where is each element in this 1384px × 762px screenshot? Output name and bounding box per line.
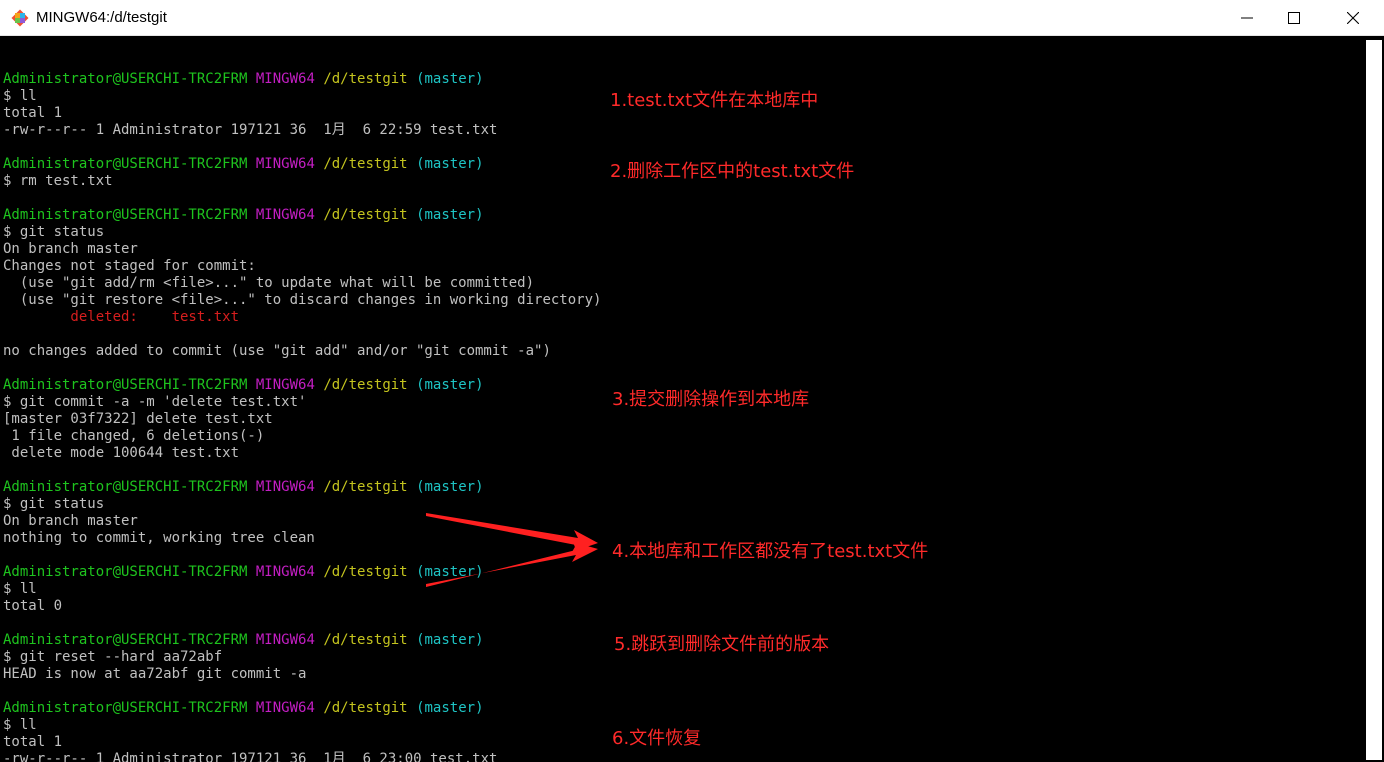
prompt-line: Administrator@USERCHI-TRC2FRM MINGW64 /d…	[3, 377, 601, 394]
terminal-lines: Administrator@USERCHI-TRC2FRM MINGW64 /d…	[3, 54, 601, 762]
prompt-branch: (master)	[416, 700, 484, 716]
prompt-env: MINGW64	[255, 156, 315, 172]
output-line: total 0	[3, 598, 63, 614]
prompt-line: Administrator@USERCHI-TRC2FRM MINGW64 /d…	[3, 207, 601, 224]
prompt-branch: (master)	[416, 71, 484, 87]
scrollbar-thumb[interactable]	[1366, 40, 1382, 760]
close-button[interactable]	[1330, 0, 1376, 36]
output-line: -rw-r--r-- 1 Administrator 197121 36 1月 …	[3, 122, 498, 138]
prompt-path: /d/testgit	[323, 71, 408, 87]
output-line: On branch master	[3, 241, 138, 257]
prompt-line: Administrator@USERCHI-TRC2FRM MINGW64 /d…	[3, 632, 601, 649]
output-line: On branch master	[3, 513, 138, 529]
blank-line	[3, 615, 601, 632]
annotation-4: 4.本地库和工作区都没有了test.txt文件	[612, 541, 929, 562]
window-title: MINGW64:/d/testgit	[36, 9, 167, 26]
output-line: $ git status	[3, 496, 105, 512]
prompt-user: Administrator@USERCHI-TRC2FRM	[3, 564, 248, 580]
prompt-user: Administrator@USERCHI-TRC2FRM	[3, 377, 248, 393]
output-line: $ rm test.txt	[3, 173, 113, 189]
output-line: [master 03f7322] delete test.txt	[3, 411, 273, 427]
output-line: no changes added to commit (use "git add…	[3, 343, 551, 359]
output-line: (use "git restore <file>..." to discard …	[3, 292, 602, 308]
maximize-button[interactable]	[1271, 0, 1317, 36]
output-line: (use "git add/rm <file>..." to update wh…	[3, 275, 535, 291]
prompt-user: Administrator@USERCHI-TRC2FRM	[3, 207, 248, 223]
output-line: 1 file changed, 6 deletions(-)	[3, 428, 265, 444]
prompt-branch: (master)	[416, 479, 484, 495]
maximize-icon	[1288, 12, 1300, 24]
blank-line	[3, 462, 601, 479]
prompt-env: MINGW64	[255, 700, 315, 716]
annotation-6: 6.文件恢复	[612, 728, 702, 749]
output-line: total 1	[3, 734, 63, 750]
minimize-button[interactable]	[1224, 0, 1270, 36]
output-line: $ git reset --hard aa72abf	[3, 649, 223, 665]
blank-line	[3, 54, 601, 71]
blank-line	[3, 139, 601, 156]
prompt-path: /d/testgit	[323, 700, 408, 716]
close-icon	[1347, 12, 1359, 24]
prompt-branch: (master)	[416, 564, 484, 580]
annotation-2: 2.删除工作区中的test.txt文件	[610, 161, 855, 182]
prompt-path: /d/testgit	[323, 632, 408, 648]
prompt-path: /d/testgit	[323, 156, 408, 172]
minimize-icon	[1241, 17, 1253, 19]
output-line: -rw-r--r-- 1 Administrator 197121 36 1月 …	[3, 751, 498, 762]
prompt-branch: (master)	[416, 377, 484, 393]
output-line: $ git status	[3, 224, 105, 240]
prompt-user: Administrator@USERCHI-TRC2FRM	[3, 632, 248, 648]
prompt-path: /d/testgit	[323, 207, 408, 223]
prompt-branch: (master)	[416, 156, 484, 172]
prompt-env: MINGW64	[255, 479, 315, 495]
blank-line	[3, 326, 601, 343]
output-line: Changes not staged for commit:	[3, 258, 256, 274]
prompt-line: Administrator@USERCHI-TRC2FRM MINGW64 /d…	[3, 71, 601, 88]
prompt-user: Administrator@USERCHI-TRC2FRM	[3, 479, 248, 495]
prompt-line: Administrator@USERCHI-TRC2FRM MINGW64 /d…	[3, 564, 601, 581]
prompt-branch: (master)	[416, 207, 484, 223]
annotation-5: 5.跳跃到删除文件前的版本	[614, 634, 830, 655]
annotation-3: 3.提交删除操作到本地库	[612, 389, 810, 410]
output-line: $ git commit -a -m 'delete test.txt'	[3, 394, 307, 410]
output-line: delete mode 100644 test.txt	[3, 445, 240, 461]
prompt-path: /d/testgit	[323, 479, 408, 495]
output-line: HEAD is now at aa72abf git commit -a	[3, 666, 307, 682]
output-line: $ ll	[3, 717, 37, 733]
output-line: total 1	[3, 105, 63, 121]
blank-line	[3, 547, 601, 564]
git-diamond-icon	[10, 8, 30, 28]
prompt-path: /d/testgit	[323, 377, 408, 393]
prompt-line: Administrator@USERCHI-TRC2FRM MINGW64 /d…	[3, 156, 601, 173]
prompt-env: MINGW64	[255, 71, 315, 87]
prompt-env: MINGW64	[255, 632, 315, 648]
prompt-line: Administrator@USERCHI-TRC2FRM MINGW64 /d…	[3, 700, 601, 717]
blank-line	[3, 190, 601, 207]
prompt-env: MINGW64	[255, 207, 315, 223]
output-line: $ ll	[3, 88, 37, 104]
prompt-user: Administrator@USERCHI-TRC2FRM	[3, 71, 248, 87]
output-line: nothing to commit, working tree clean	[3, 530, 315, 546]
prompt-line: Administrator@USERCHI-TRC2FRM MINGW64 /d…	[3, 479, 601, 496]
output-line: $ ll	[3, 581, 37, 597]
title-bar: MINGW64:/d/testgit	[0, 0, 1384, 36]
prompt-branch: (master)	[416, 632, 484, 648]
blank-line	[3, 360, 601, 377]
prompt-user: Administrator@USERCHI-TRC2FRM	[3, 156, 248, 172]
blank-line	[3, 683, 601, 700]
annotation-1: 1.test.txt文件在本地库中	[610, 90, 819, 111]
prompt-user: Administrator@USERCHI-TRC2FRM	[3, 700, 248, 716]
deleted-file-line: deleted: test.txt	[3, 309, 240, 325]
prompt-env: MINGW64	[255, 564, 315, 580]
prompt-path: /d/testgit	[323, 564, 408, 580]
prompt-env: MINGW64	[255, 377, 315, 393]
